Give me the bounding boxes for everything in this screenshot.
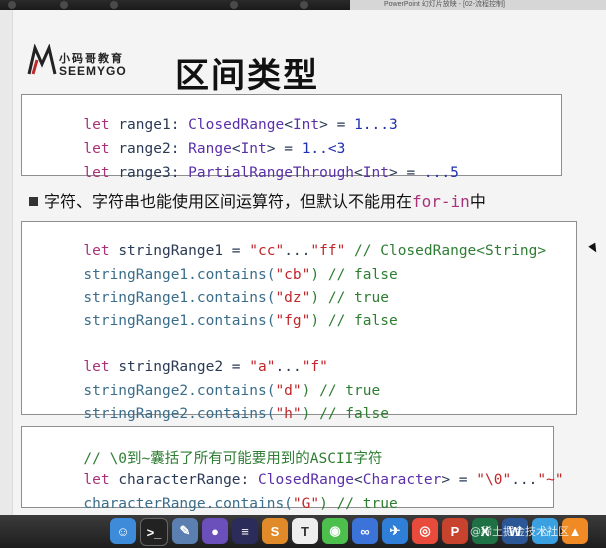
- eclipse-icon[interactable]: ≡: [232, 518, 258, 544]
- bullet-icon: [29, 197, 38, 206]
- traffic-light-icon[interactable]: [110, 1, 118, 9]
- chrome-icon[interactable]: ◎: [412, 518, 438, 544]
- traffic-light-icon[interactable]: [8, 1, 16, 9]
- terminal-icon[interactable]: >_: [140, 518, 168, 546]
- powerpoint-icon[interactable]: P: [442, 518, 468, 544]
- logo-m-icon: [27, 44, 57, 75]
- traffic-light-icon[interactable]: [230, 1, 238, 9]
- slide: 小码哥教育 SEEMYGO 区间类型 let range1: ClosedRan…: [12, 10, 606, 515]
- window-title: PowerPoint 幻灯片放映 - [02-流程控制]: [350, 0, 606, 10]
- bullet-text: 字符、字符串也能使用区间运算符，但默认不能用在for-in中: [29, 188, 486, 212]
- logo-en: SEEMYGO: [59, 64, 127, 78]
- watermark: @稀土掘金技术社区: [470, 525, 569, 538]
- code-box-character-range: // \0到~囊括了所有可能要用到的ASCII字符 let characterR…: [21, 426, 564, 512]
- dock: ☺ >_ ✎ ● ≡ S T ◉ ∞ ✈ ◎ P X W ⌂ ▲ @稀土掘金技术…: [0, 515, 606, 548]
- baidu-icon[interactable]: ∞: [352, 518, 378, 544]
- sublime-icon[interactable]: S: [262, 518, 288, 544]
- xcode-icon[interactable]: ✈: [382, 518, 408, 544]
- bullet-prefix: 字符、字符串也能使用区间运算符，但默认不能用在: [44, 192, 413, 211]
- code-box-string-range: let stringRange1 = "cc"..."ff" // Closed…: [21, 221, 577, 422]
- code-box-ranges: let range1: ClosedRange<Int> = 1...3 let…: [21, 94, 562, 181]
- bullet-code: for-in: [412, 192, 470, 211]
- page-title: 区间类型: [175, 56, 319, 96]
- tools-icon[interactable]: ✎: [172, 518, 198, 544]
- code-line: stringRange1.contains("fg") // false: [83, 313, 398, 329]
- logo: 小码哥教育 SEEMYGO: [27, 44, 147, 84]
- typora-icon[interactable]: T: [292, 518, 318, 544]
- github-icon[interactable]: ●: [202, 518, 228, 544]
- traffic-light-icon[interactable]: [300, 1, 308, 9]
- finder-icon[interactable]: ☺: [110, 518, 136, 544]
- bullet-suffix: 中: [469, 192, 486, 211]
- wechat-icon[interactable]: ◉: [322, 518, 348, 544]
- traffic-light-icon[interactable]: [60, 1, 68, 9]
